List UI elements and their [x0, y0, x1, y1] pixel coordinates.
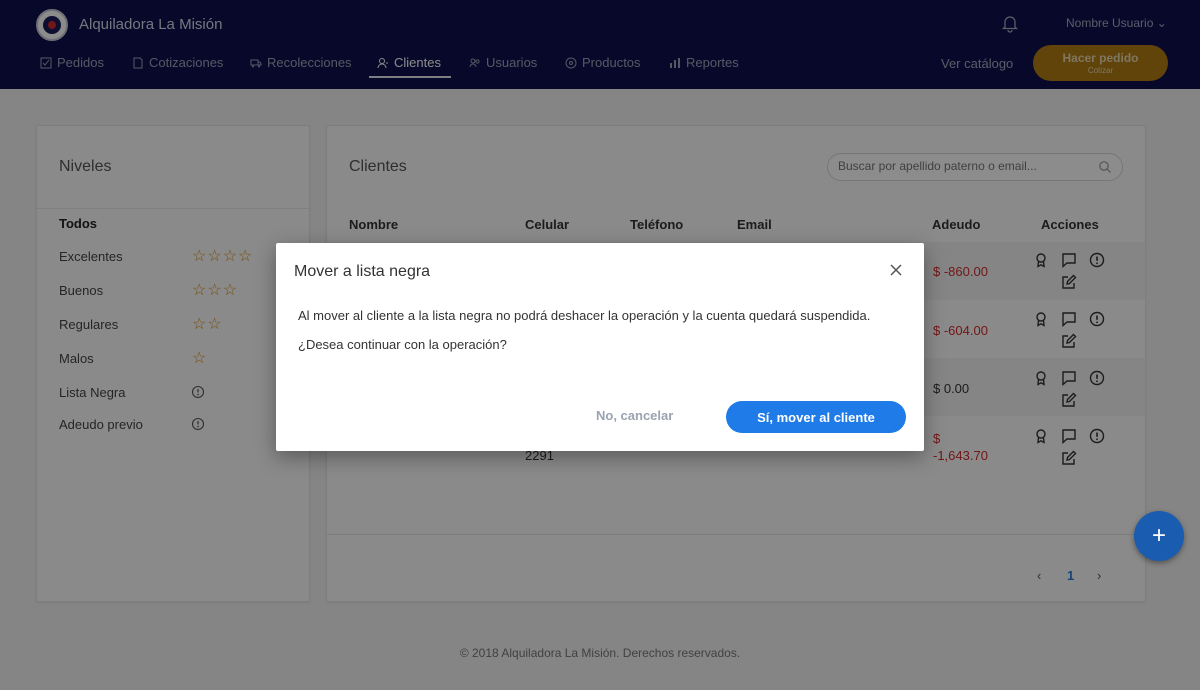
- modal-message: Al mover al cliente a la lista negra no …: [298, 308, 871, 323]
- modal-title: Mover a lista negra: [294, 263, 431, 280]
- confirm-move-button[interactable]: Sí, mover al cliente: [726, 401, 906, 433]
- blacklist-confirm-modal: Mover a lista negra Al mover al cliente …: [276, 243, 924, 451]
- modal-question: ¿Desea continuar con la operación?: [298, 337, 507, 352]
- cancel-button[interactable]: No, cancelar: [596, 408, 673, 423]
- add-client-plus-icon[interactable]: +: [1134, 511, 1184, 561]
- close-icon[interactable]: [888, 262, 904, 278]
